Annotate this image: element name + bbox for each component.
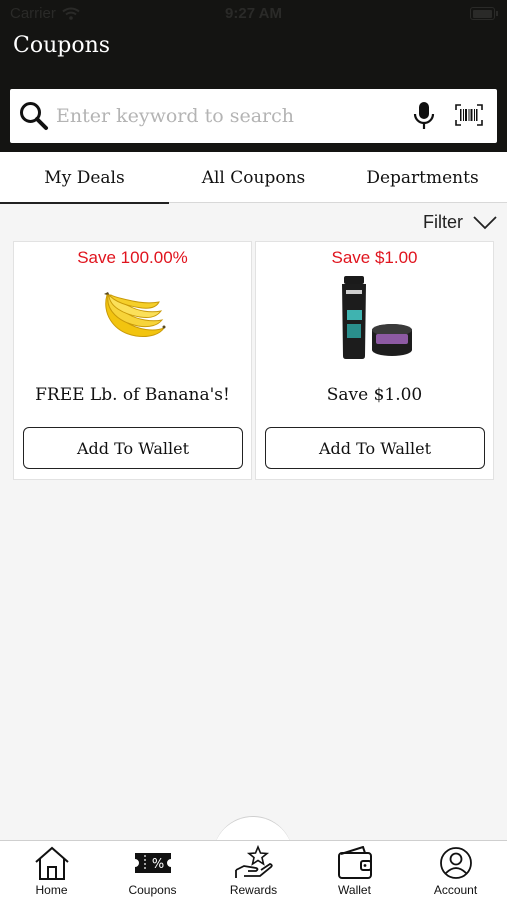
search-input[interactable]: [56, 97, 396, 135]
nav-label: Wallet: [338, 883, 371, 897]
coupon-image: [256, 272, 493, 364]
rewards-star-hand-icon: [234, 845, 273, 878]
tab-my-deals[interactable]: My Deals: [0, 152, 169, 204]
deals-tabs: My Deals All Coupons Departments: [0, 152, 507, 204]
nav-rewards[interactable]: Rewards: [203, 844, 304, 900]
wallet-icon: [337, 846, 372, 879]
home-icon: [34, 846, 69, 880]
account-icon: [439, 847, 472, 879]
nav-label: Home: [35, 883, 68, 897]
nav-wallet[interactable]: Wallet: [304, 844, 405, 900]
status-bar: Carrier 9:27 AM: [0, 0, 507, 30]
axe-products-image: [341, 276, 412, 359]
coupon-image: [14, 272, 251, 364]
bananas-image: [103, 292, 165, 337]
nav-home[interactable]: Home: [1, 844, 102, 900]
battery-level: [472, 9, 492, 18]
nav-account[interactable]: Account: [405, 844, 506, 900]
coupon-savings: Save $1.00: [331, 248, 418, 267]
coupon-title: FREE Lb. of Banana's!: [35, 385, 230, 405]
nav-label: Rewards: [229, 883, 278, 897]
page-title: Coupons: [13, 33, 111, 58]
battery-icon: [470, 7, 498, 20]
search-icon[interactable]: [18, 100, 50, 132]
add-to-wallet-button[interactable]: Add To Wallet: [23, 427, 243, 469]
tab-departments[interactable]: Departments: [338, 152, 507, 203]
tab-all-coupons[interactable]: All Coupons: [169, 152, 338, 203]
coupon-icon-text: %: [151, 857, 163, 872]
nav-label: Coupons: [128, 883, 177, 897]
coupon-card[interactable]: Save $1.00 Save $1.00 Add To Wallet: [255, 241, 494, 480]
barcode-icon[interactable]: [455, 104, 483, 126]
coupon-ticket-icon: %: [134, 853, 171, 873]
nav-coupons[interactable]: % Coupons: [102, 844, 203, 900]
coupon-savings: Save 100.00%: [77, 248, 188, 267]
add-to-wallet-button[interactable]: Add To Wallet: [265, 427, 485, 469]
coupon-title: Save $1.00: [326, 385, 423, 405]
microphone-icon[interactable]: [413, 101, 435, 131]
filter-button[interactable]: Filter: [423, 212, 497, 233]
search-bar: [10, 89, 497, 143]
status-time: 9:27 AM: [225, 5, 282, 22]
nav-label: Account: [433, 883, 478, 897]
coupon-card[interactable]: Save 100.00% FREE Lb. of Banana's! Add T…: [13, 241, 252, 480]
chevron-down-icon: [473, 215, 497, 229]
filter-label: Filter: [423, 212, 463, 232]
app-header: Carrier 9:27 AM Coupons: [0, 0, 507, 152]
